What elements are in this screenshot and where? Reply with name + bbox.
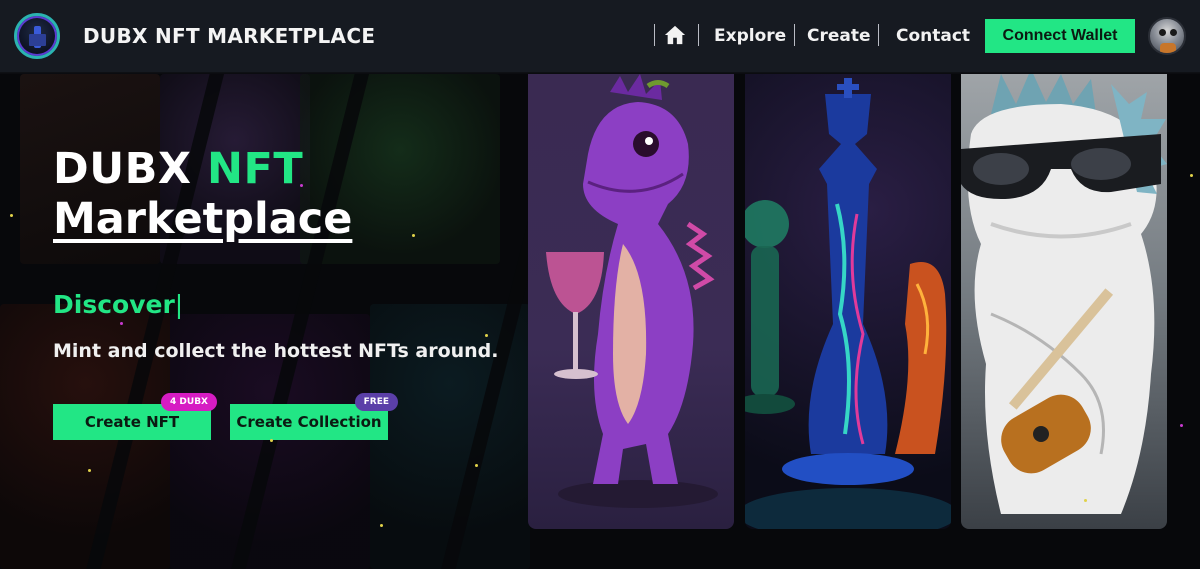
nft-card-white-dragon[interactable] (961, 74, 1167, 529)
brand-title[interactable]: DUBX NFT MARKETPLACE (83, 24, 375, 48)
hero-title-line2: Marketplace (53, 194, 353, 244)
create-nft-label: Create NFT (84, 413, 180, 431)
dinosaur-image (546, 74, 718, 508)
sparkle-particle (300, 184, 303, 187)
nft-card-purple-dinosaur[interactable] (528, 74, 734, 529)
typed-cursor: | (174, 290, 184, 319)
free-badge: FREE (354, 393, 398, 411)
sparkle-particle (270, 439, 273, 442)
sparkle-particle (10, 214, 13, 217)
nav-explore-link[interactable]: Explore (714, 26, 786, 46)
typed-word: Discover (53, 290, 175, 319)
hero-section: DUBX NFT Marketplace Discover| Mint and … (0, 74, 1200, 569)
create-collection-label: Create Collection (236, 413, 382, 431)
nav-divider (654, 24, 655, 46)
nav-divider (878, 24, 879, 46)
nav-divider (794, 24, 795, 46)
chess-image (745, 78, 951, 529)
hero-title: DUBX NFT (53, 144, 303, 194)
top-navbar: DUBX NFT MARKETPLACE Explore Create Cont… (0, 0, 1200, 73)
white-dragon-image (961, 74, 1167, 514)
sparkle-particle (88, 469, 91, 472)
home-icon[interactable] (664, 24, 686, 46)
tower-logo-icon[interactable] (14, 13, 60, 59)
sparkle-particle (1190, 174, 1193, 177)
robot-avatar-icon[interactable] (1148, 17, 1186, 55)
price-badge: 4 DUBX (161, 393, 217, 411)
create-collection-button[interactable]: Create Collection FREE (230, 393, 398, 440)
sparkle-particle (485, 334, 488, 337)
nft-card-chess-pieces[interactable] (745, 74, 951, 529)
sparkle-particle (1180, 424, 1183, 427)
create-nft-button[interactable]: Create NFT 4 DUBX (53, 393, 217, 440)
nav-divider (698, 24, 699, 46)
nav-contact-link[interactable]: Contact (896, 26, 970, 46)
sparkle-particle (380, 524, 383, 527)
sparkle-particle (1084, 499, 1087, 502)
hero-title-accent: NFT (207, 144, 304, 194)
hero-tagline: Mint and collect the hottest NFTs around… (53, 340, 499, 362)
sparkle-particle (475, 464, 478, 467)
sparkle-particle (412, 234, 415, 237)
hero-title-white: DUBX (53, 144, 192, 194)
sparkle-particle (120, 322, 123, 325)
typed-text: Discover| (53, 290, 183, 319)
nav-create-link[interactable]: Create (807, 26, 871, 46)
connect-wallet-button[interactable]: Connect Wallet (985, 19, 1135, 53)
